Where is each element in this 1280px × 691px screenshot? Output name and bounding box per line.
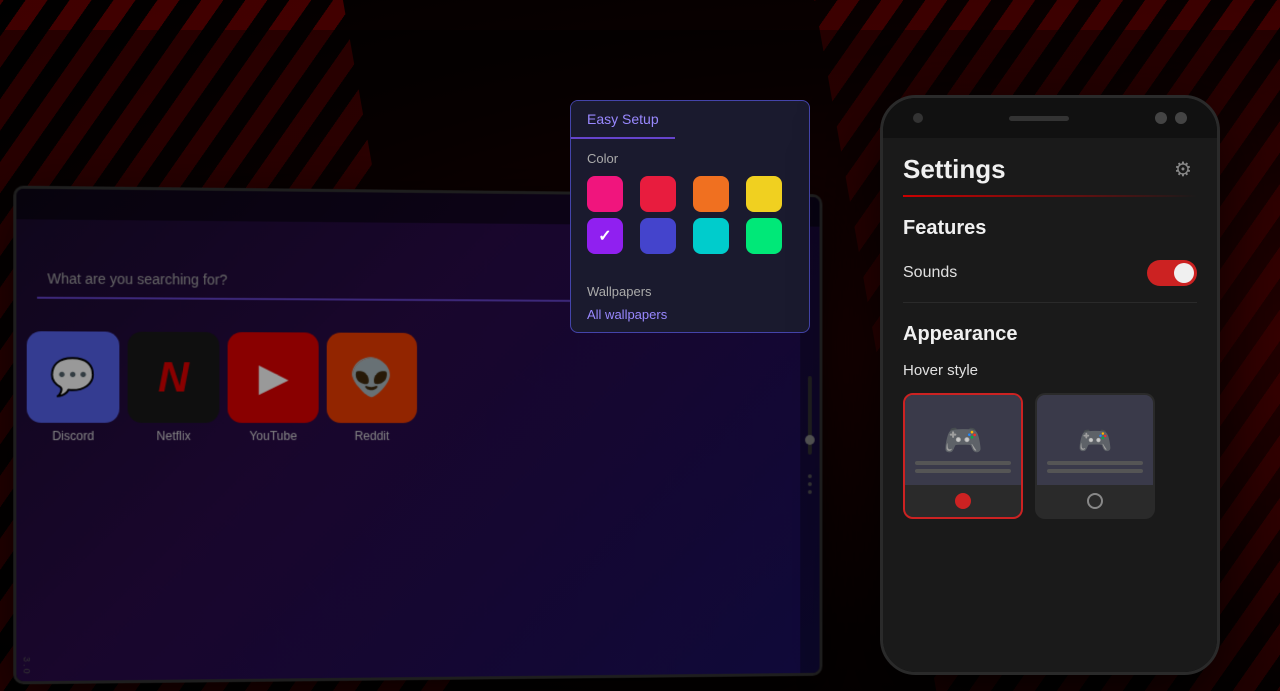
color-swatch-pink[interactable] bbox=[587, 176, 623, 212]
list-lines bbox=[1047, 461, 1143, 473]
color-swatch-blue[interactable] bbox=[640, 218, 676, 254]
radio-dot-inactive bbox=[1087, 493, 1103, 509]
color-swatch-yellow[interactable] bbox=[746, 176, 782, 212]
hover-option-casual-preview: 🎮 bbox=[1037, 395, 1153, 485]
sounds-toggle[interactable] bbox=[1147, 260, 1197, 286]
settings-header: Settings ⚙ bbox=[883, 138, 1217, 185]
controller-icon: 🎮 bbox=[943, 421, 983, 459]
list-line bbox=[1047, 461, 1143, 465]
color-swatch-orange[interactable] bbox=[693, 176, 729, 212]
list-line bbox=[915, 461, 1011, 465]
radio-dot-active bbox=[955, 493, 971, 509]
color-section-title: Color bbox=[587, 151, 793, 166]
face-icon: 🎮 bbox=[1078, 424, 1113, 457]
phone-notch bbox=[883, 98, 1217, 138]
color-grid bbox=[587, 176, 793, 254]
easy-setup-tab[interactable]: Easy Setup bbox=[571, 101, 675, 139]
phone-status-icons bbox=[1155, 112, 1187, 124]
appearance-title: Appearance bbox=[903, 323, 1197, 346]
hover-style-label: Hover style bbox=[903, 362, 1197, 379]
hover-options: 🎮 🎮 bbox=[903, 393, 1197, 519]
front-camera-icon bbox=[913, 113, 923, 123]
sounds-row: Sounds bbox=[903, 256, 1197, 303]
features-section: Features Sounds bbox=[883, 197, 1217, 303]
list-line bbox=[915, 469, 1011, 473]
list-line bbox=[1047, 469, 1143, 473]
list-lines bbox=[915, 461, 1011, 473]
hover-option-gamer[interactable]: 🎮 bbox=[903, 393, 1023, 519]
speaker-icon bbox=[1009, 116, 1069, 121]
features-title: Features bbox=[903, 217, 1197, 240]
status-icon-1 bbox=[1155, 112, 1167, 124]
phone-screen: Settings ⚙ Features Sounds Appearance Ho… bbox=[883, 138, 1217, 672]
gamer-radio[interactable] bbox=[905, 485, 1021, 517]
color-section: Color bbox=[571, 139, 809, 276]
phone-device: Settings ⚙ Features Sounds Appearance Ho… bbox=[880, 95, 1220, 675]
casual-radio[interactable] bbox=[1037, 485, 1153, 517]
wallpapers-link[interactable]: All wallpapers bbox=[571, 303, 809, 332]
gear-icon[interactable]: ⚙ bbox=[1169, 156, 1197, 184]
hover-option-casual[interactable]: 🎮 bbox=[1035, 393, 1155, 519]
color-swatch-green[interactable] bbox=[746, 218, 782, 254]
color-swatch-cyan[interactable] bbox=[693, 218, 729, 254]
popup-panel: Easy Setup Color Wallpapers All wallpape… bbox=[570, 100, 810, 333]
color-swatch-purple[interactable] bbox=[587, 218, 623, 254]
color-swatch-red[interactable] bbox=[640, 176, 676, 212]
wallpapers-title: Wallpapers bbox=[571, 276, 809, 303]
status-icon-2 bbox=[1175, 112, 1187, 124]
settings-title: Settings bbox=[903, 154, 1006, 185]
toggle-thumb bbox=[1174, 263, 1194, 283]
power-button[interactable] bbox=[1217, 218, 1220, 268]
hover-option-gamer-preview: 🎮 bbox=[905, 395, 1021, 485]
appearance-section: Appearance Hover style 🎮 bbox=[883, 303, 1217, 519]
sounds-label: Sounds bbox=[903, 264, 957, 282]
